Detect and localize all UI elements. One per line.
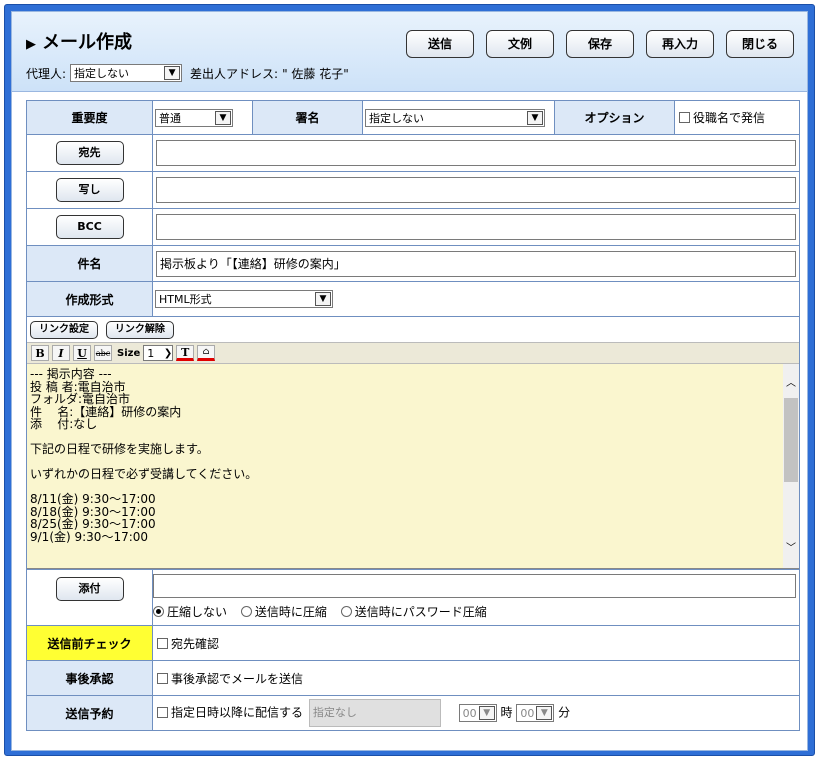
minute-unit: 分	[558, 705, 571, 720]
format-select[interactable]: HTML形式 ▼	[155, 290, 333, 308]
send-button[interactable]: 送信	[406, 30, 474, 58]
mail-form: 重要度 普通 ▼ 署名 指定しない ▼ オプション 役職名で発信 宛先 写し B…	[26, 100, 800, 731]
scroll-down-icon[interactable]: ﹀	[783, 541, 799, 557]
template-button[interactable]: 文例	[486, 30, 554, 58]
signature-label: 署名	[252, 100, 363, 135]
compress-send-radio[interactable]	[240, 606, 252, 617]
bcc-row: BCC	[26, 208, 800, 246]
bold-button[interactable]: B	[31, 345, 49, 361]
title-send-checkbox[interactable]	[679, 112, 690, 123]
agent-label: 代理人:	[26, 66, 67, 81]
subject-label: 件名	[26, 245, 153, 282]
chevron-down-icon: ❯	[163, 347, 173, 359]
precheck-row: 送信前チェック 宛先確認	[26, 625, 800, 661]
importance-row: 重要度 普通 ▼ 署名 指定しない ▼ オプション 役職名で発信	[26, 100, 800, 135]
page-title: ▶ メール作成	[26, 32, 132, 53]
strike-button[interactable]: abc	[94, 345, 112, 361]
subject-row: 件名 掲示板より「【連絡】研修の案内」	[26, 245, 800, 282]
chevron-down-icon: ▼	[215, 110, 231, 125]
schedule-checkbox[interactable]	[157, 706, 168, 718]
cc-button[interactable]: 写し	[55, 178, 124, 202]
bcc-button[interactable]: BCC	[55, 215, 124, 239]
attach-button[interactable]: 添付	[55, 577, 124, 601]
body-editor[interactable]: --- 掲示内容 --- 投 稿 者:電自治市 フォルダ:電自治市 件 名:【連…	[27, 364, 799, 569]
italic-button[interactable]: I	[52, 345, 70, 361]
link-set-button[interactable]: リンク設定	[30, 321, 98, 339]
to-input[interactable]	[156, 140, 796, 166]
chevron-down-icon: ▼	[478, 706, 495, 720]
cc-input[interactable]	[156, 177, 796, 203]
text-color-button[interactable]: T	[176, 345, 195, 361]
compress-password-radio[interactable]	[340, 606, 352, 617]
option-label: オプション	[554, 100, 675, 135]
chevron-down-icon: ▼	[536, 706, 553, 720]
precheck-checkbox[interactable]	[157, 637, 168, 649]
hour-select[interactable]: 00 ▼	[458, 704, 497, 722]
chevron-down-icon: ▼	[527, 110, 543, 125]
scroll-thumb[interactable]	[784, 398, 798, 482]
agent-select[interactable]: 指定しない ▼	[70, 64, 183, 82]
compress-none-radio[interactable]	[153, 606, 164, 617]
scrollbar[interactable]: ︿ ﹀	[783, 364, 799, 568]
bcc-input[interactable]	[156, 214, 796, 240]
schedule-date-field[interactable]: 指定なし	[308, 699, 441, 727]
cc-row: 写し	[26, 171, 800, 209]
schedule-label: 送信予約	[26, 695, 153, 731]
minute-select[interactable]: 00 ▼	[516, 704, 555, 722]
sender-value: " 佐藤 花子"	[282, 66, 349, 81]
triangle-icon: ▶	[26, 37, 36, 52]
attach-row: 添付 圧縮しない 送信時に圧縮 送信時にパスワード圧縮	[26, 569, 800, 626]
to-row: 宛先	[26, 134, 800, 172]
scroll-up-icon[interactable]: ︿	[783, 376, 799, 392]
format-label: 作成形式	[26, 281, 153, 317]
window-frame: ▶ メール作成 送信 文例 保存 再入力 閉じる 代理人: 指定しない ▼ 差出人…	[4, 4, 815, 756]
subject-input[interactable]: 掲示板より「【連絡】研修の案内」	[156, 250, 796, 277]
editor-row: リンク設定 リンク解除 B I U abc Size 1 ❯ T ⌂ --- 掲…	[26, 316, 800, 570]
chevron-down-icon: ▼	[315, 292, 331, 306]
approval-row: 事後承認 事後承認でメールを送信	[26, 660, 800, 696]
underline-button[interactable]: U	[73, 345, 91, 361]
schedule-row: 送信予約 指定日時以降に配信する 指定なし 00 ▼ 時 00 ▼ 分	[26, 695, 800, 731]
agent-row: 代理人: 指定しない ▼ 差出人アドレス: " 佐藤 花子"	[26, 64, 349, 82]
importance-select[interactable]: 普通 ▼	[155, 108, 233, 127]
format-toolbar: B I U abc Size 1 ❯ T ⌂	[27, 342, 799, 364]
save-button[interactable]: 保存	[566, 30, 634, 58]
to-button[interactable]: 宛先	[55, 141, 124, 165]
size-select[interactable]: 1 ❯	[143, 345, 174, 361]
link-remove-button[interactable]: リンク解除	[105, 321, 174, 339]
hour-unit: 時	[500, 705, 513, 720]
importance-label: 重要度	[26, 100, 153, 135]
attach-input[interactable]	[153, 574, 796, 598]
window-body: ▶ メール作成 送信 文例 保存 再入力 閉じる 代理人: 指定しない ▼ 差出人…	[11, 11, 808, 751]
body-text: --- 掲示内容 --- 投 稿 者:電自治市 フォルダ:電自治市 件 名:【連…	[30, 367, 258, 544]
header: ▶ メール作成 送信 文例 保存 再入力 閉じる 代理人: 指定しない ▼ 差出人…	[12, 12, 807, 92]
reenter-button[interactable]: 再入力	[646, 30, 714, 58]
bg-color-icon[interactable]: ⌂	[197, 345, 216, 361]
close-button[interactable]: 閉じる	[726, 30, 794, 58]
precheck-label: 送信前チェック	[26, 625, 153, 661]
approval-checkbox[interactable]	[157, 672, 168, 684]
size-label: Size	[117, 347, 141, 359]
sender-label: 差出人アドレス:	[190, 66, 279, 81]
signature-select[interactable]: 指定しない ▼	[365, 108, 545, 127]
approval-label: 事後承認	[26, 660, 153, 696]
chevron-down-icon: ▼	[164, 66, 181, 80]
format-row: 作成形式 HTML形式 ▼	[26, 281, 800, 317]
